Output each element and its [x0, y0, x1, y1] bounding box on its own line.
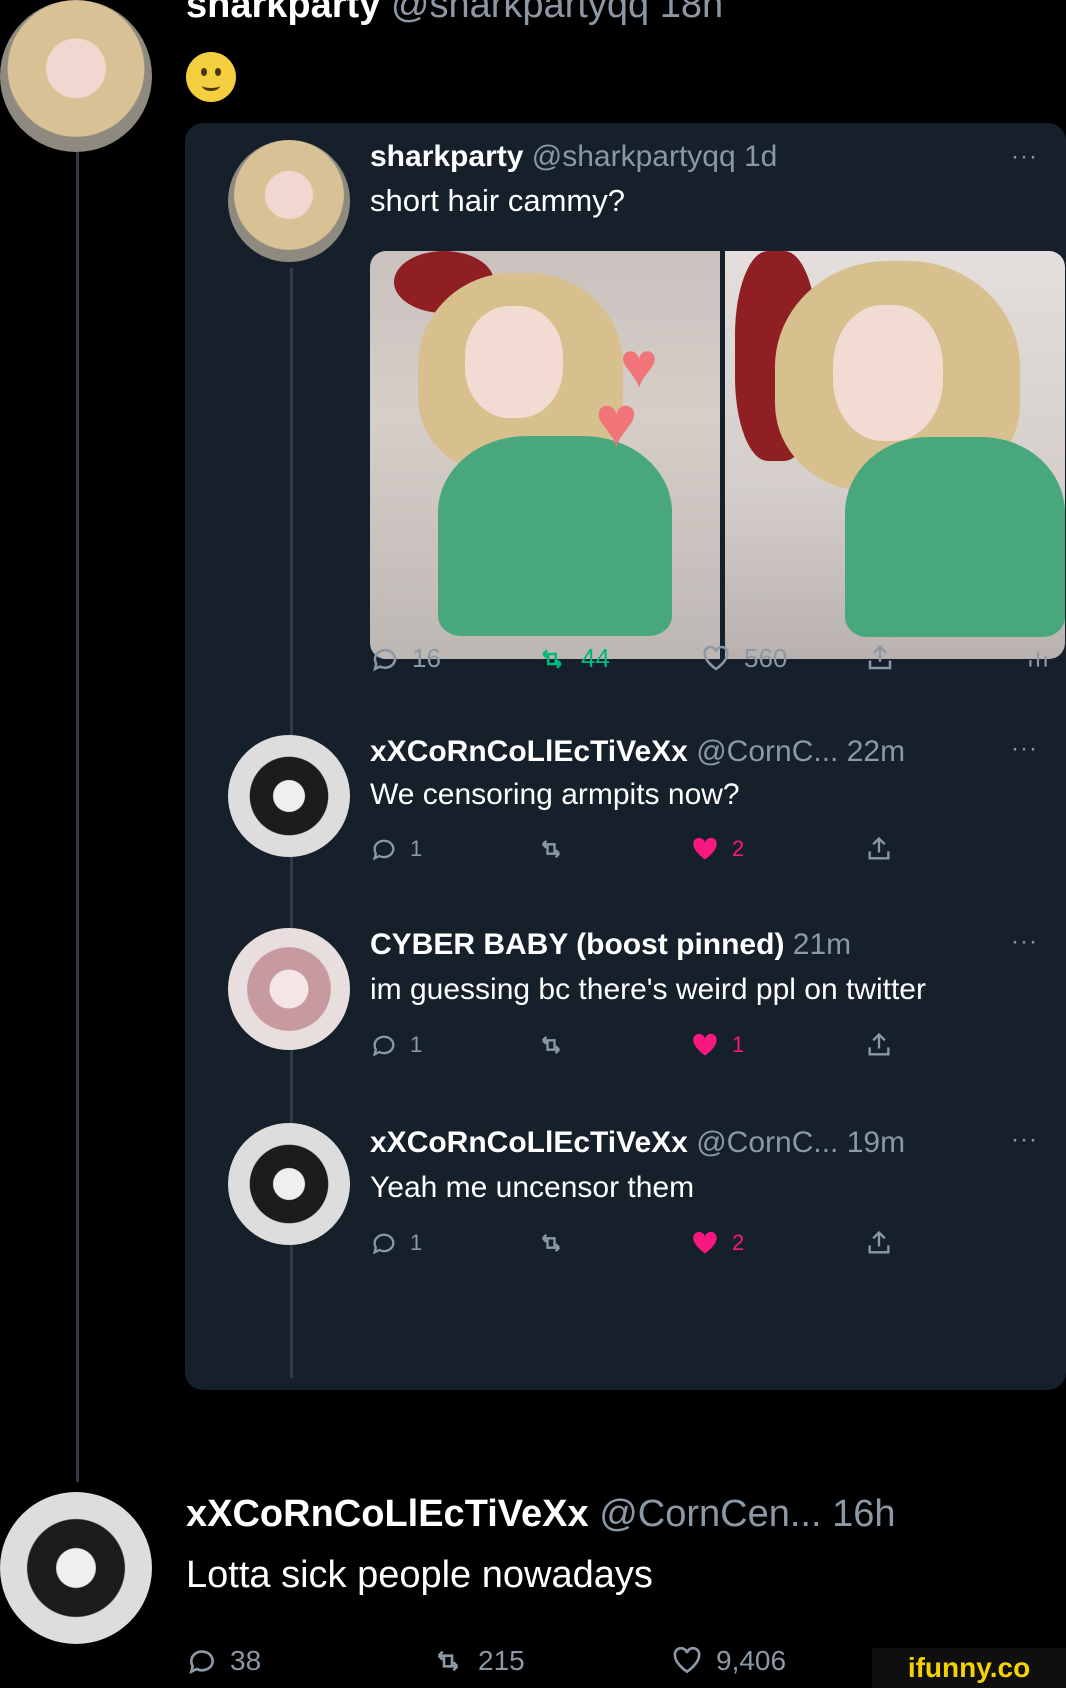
- reply-reply-stat[interactable]: 1: [370, 835, 422, 863]
- reply-like-count: 1: [732, 1032, 745, 1057]
- quoted-author-handle[interactable]: @sharkpartyqq: [532, 140, 736, 173]
- reply-reply-count: 1: [410, 836, 423, 861]
- reply-retweet-stat[interactable]: [535, 1031, 567, 1059]
- reply-reply-count: 1: [410, 1230, 423, 1255]
- retweet-icon: [542, 1234, 560, 1252]
- quoted-analytics-stat[interactable]: [1025, 643, 1051, 673]
- quoted-reply-count: 16: [412, 643, 441, 673]
- reply-like-stat[interactable]: 2: [690, 835, 744, 863]
- outer-author-handle[interactable]: @sharkpartyqq: [391, 0, 649, 26]
- reply-time: 19m: [846, 1126, 906, 1159]
- quoted-reply-stat[interactable]: 16: [370, 643, 441, 674]
- reply-header: xXCoRnCoLlEcTiVeXx @CornC... 22m: [370, 735, 905, 769]
- reply-icon: [372, 839, 395, 861]
- reply-more-icon[interactable]: ···: [1011, 928, 1038, 956]
- quoted-share-stat[interactable]: [865, 643, 895, 673]
- ifunny-watermark: ifunny.co: [872, 1648, 1066, 1688]
- reply-like-count: 2: [732, 836, 745, 861]
- reply-tweet-like-stat[interactable]: 9,406: [670, 1645, 786, 1677]
- share-icon: [868, 644, 892, 670]
- quoted-header: sharkparty @sharkpartyqq 1d: [370, 140, 777, 174]
- reply-author-handle[interactable]: @CornC...: [696, 735, 838, 768]
- reply-tweet-author-handle[interactable]: @CornCen...: [599, 1493, 821, 1535]
- reply-icon: [189, 1650, 214, 1675]
- quoted-retweet-stat[interactable]: 44: [535, 643, 610, 674]
- reply-share-stat[interactable]: [865, 835, 893, 863]
- reply-header: CYBER BABY (boost pinned) 21m: [370, 928, 851, 962]
- reply-author-name[interactable]: xXCoRnCoLlEcTiVeXx: [370, 735, 688, 768]
- quoted-retweet-count: 44: [581, 643, 610, 673]
- liked-heart-icon: [693, 1231, 717, 1254]
- reply-author-handle[interactable]: @CornC...: [696, 1126, 838, 1159]
- reply-retweet-stat[interactable]: [535, 835, 567, 863]
- like-icon: [703, 645, 729, 671]
- quoted-like-count: 560: [744, 643, 788, 673]
- reply-text: Yeah me uncensor them: [370, 1171, 695, 1204]
- reply-avatar[interactable]: [228, 735, 350, 857]
- outer-thread-line: [76, 152, 79, 1482]
- reply-share-stat[interactable]: [865, 1229, 893, 1257]
- reply-tweet-header: xXCoRnCoLlEcTiVeXx @CornCen... 16h: [186, 1493, 896, 1536]
- retweet-icon: [542, 840, 560, 858]
- share-icon: [868, 836, 890, 860]
- reply-tweet-retweet-stat[interactable]: 215: [430, 1645, 525, 1677]
- retweet-icon: [542, 648, 562, 669]
- reply-more-icon[interactable]: ···: [1011, 1126, 1038, 1154]
- quoted-author-avatar[interactable]: [228, 140, 350, 262]
- quoted-text: short hair cammy?: [370, 183, 625, 218]
- reply-tweet-retweet-count: 215: [478, 1645, 525, 1676]
- retweet-icon: [437, 1650, 459, 1672]
- share-icon: [868, 1032, 890, 1056]
- quoted-photo-2[interactable]: [725, 251, 1065, 659]
- reply-icon: [372, 1035, 395, 1057]
- reply-reply-stat[interactable]: 1: [370, 1031, 422, 1059]
- reply-tweet-text: Lotta sick people nowadays: [186, 1554, 653, 1596]
- quoted-author-name[interactable]: sharkparty: [370, 140, 523, 173]
- reply-avatar[interactable]: [228, 928, 350, 1050]
- outer-author-name[interactable]: sharkparty: [186, 0, 380, 26]
- reply-retweet-stat[interactable]: [535, 1229, 567, 1257]
- reply-icon: [372, 1233, 395, 1255]
- reply-tweet-reply-stat[interactable]: 38: [186, 1645, 261, 1677]
- reply-reply-stat[interactable]: 1: [370, 1229, 422, 1257]
- smile-emoji-icon: [186, 52, 236, 102]
- reply-more-icon[interactable]: ···: [1011, 735, 1038, 763]
- reply-like-count: 2: [732, 1230, 745, 1255]
- outer-header: sharkparty @sharkpartyqq 18h: [186, 0, 723, 27]
- reply-tweet-avatar[interactable]: [0, 1492, 152, 1644]
- reply-header: xXCoRnCoLlEcTiVeXx @CornC... 19m: [370, 1126, 905, 1160]
- outer-time: 18h: [659, 0, 724, 26]
- reply-tweet-reply-count: 38: [230, 1645, 262, 1676]
- reply-tweet-time: 16h: [832, 1493, 896, 1535]
- share-icon: [868, 1230, 890, 1254]
- reply-icon: [373, 648, 397, 671]
- reply-avatar[interactable]: [228, 1123, 350, 1245]
- analytics-icon: [1029, 651, 1047, 667]
- reply-share-stat[interactable]: [865, 1031, 893, 1059]
- reply-time: 22m: [846, 735, 906, 768]
- quoted-like-stat[interactable]: 560: [700, 643, 787, 674]
- quoted-photo-1[interactable]: ♥ ♥: [370, 251, 720, 659]
- quoted-time: 1d: [744, 140, 778, 173]
- embedded-tweet-card[interactable]: sharkparty @sharkpartyqq 1d ··· short ha…: [185, 123, 1066, 1390]
- like-icon: [673, 1646, 701, 1674]
- reply-text: We censoring armpits now?: [370, 778, 740, 811]
- liked-heart-icon: [693, 1033, 717, 1056]
- quoted-more-icon[interactable]: ···: [1011, 143, 1038, 171]
- outer-author-avatar[interactable]: [0, 0, 152, 152]
- reply-tweet-like-count: 9,406: [716, 1645, 787, 1676]
- reply-tweet-author-name[interactable]: xXCoRnCoLlEcTiVeXx: [186, 1493, 589, 1535]
- reply-like-stat[interactable]: 2: [690, 1229, 744, 1257]
- reply-like-stat[interactable]: 1: [690, 1031, 744, 1059]
- retweet-icon: [542, 1036, 560, 1054]
- reply-text: im guessing bc there's weird ppl on twit…: [370, 973, 926, 1006]
- reply-author-name[interactable]: xXCoRnCoLlEcTiVeXx: [370, 1126, 688, 1159]
- reply-author-name[interactable]: CYBER BABY (boost pinned): [370, 928, 784, 961]
- reply-time: 21m: [792, 928, 852, 961]
- heart-sticker-icon-2: ♥: [595, 382, 638, 462]
- liked-heart-icon: [693, 837, 717, 860]
- reply-reply-count: 1: [410, 1032, 423, 1057]
